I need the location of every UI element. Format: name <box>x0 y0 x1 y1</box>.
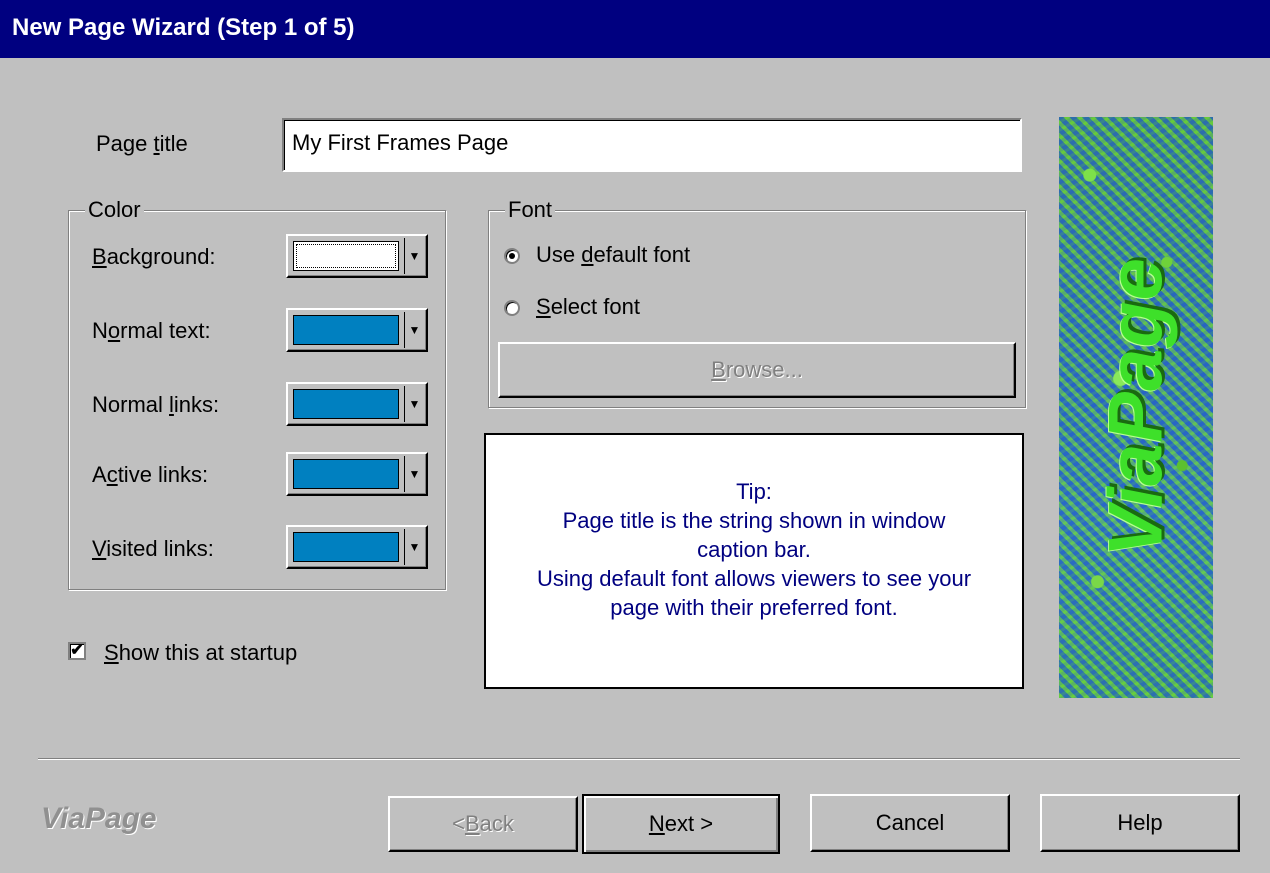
help-button[interactable]: Help <box>1040 794 1240 852</box>
background-label: Background: <box>92 244 216 269</box>
window-title: New Page Wizard (Step 1 of 5) <box>12 14 355 41</box>
normal-text-color-swatch <box>293 315 399 345</box>
use-default-font-radio[interactable] <box>504 248 520 264</box>
show-at-startup-checkbox[interactable]: ✔ <box>68 642 86 660</box>
browse-button[interactable]: Browse... <box>498 342 1016 398</box>
page-title-input[interactable]: My First Frames Page <box>282 118 1022 172</box>
banner-text: ViaPage <box>1093 257 1179 557</box>
checkmark-icon: ✔ <box>70 642 84 659</box>
font-group-title: Font <box>505 197 556 223</box>
use-default-font-label[interactable]: Use default font <box>536 242 690 268</box>
chevron-down-icon[interactable]: ▼ <box>404 456 424 492</box>
normal-links-label: Normal links: <box>92 392 220 417</box>
tip-heading: Tip: <box>736 479 772 504</box>
chevron-down-icon[interactable]: ▼ <box>404 312 424 348</box>
tip-line: page with their preferred font. <box>610 595 898 620</box>
page-title-label: Page title <box>96 131 188 156</box>
back-button[interactable]: < Back <box>388 796 578 852</box>
chevron-down-icon[interactable]: ▼ <box>404 238 424 274</box>
active-links-label: Active links: <box>92 462 209 487</box>
select-font-label[interactable]: Select font <box>536 294 640 320</box>
viapage-logo: ViaPage <box>41 802 157 835</box>
background-color-swatch <box>293 241 399 271</box>
active-links-color-swatch <box>293 459 399 489</box>
visited-links-label: Visited links: <box>92 536 214 561</box>
background-color-picker[interactable]: ▼ <box>286 234 428 278</box>
cancel-button[interactable]: Cancel <box>810 794 1010 852</box>
color-group-title: Color <box>85 197 144 223</box>
visited-links-color-swatch <box>293 532 399 562</box>
viapage-banner-image: ViaPage <box>1059 117 1213 698</box>
tip-line: Page title is the string shown in window <box>562 508 946 533</box>
show-at-startup-label[interactable]: Show this at startup <box>104 640 297 666</box>
active-links-color-picker[interactable]: ▼ <box>286 452 428 496</box>
normal-links-color-swatch <box>293 389 399 419</box>
radio-dot <box>509 253 515 259</box>
separator <box>38 758 1240 760</box>
visited-links-color-picker[interactable]: ▼ <box>286 525 428 569</box>
chevron-down-icon[interactable]: ▼ <box>404 529 424 565</box>
tip-line: caption bar. <box>697 537 811 562</box>
normal-text-label: Normal text: <box>92 318 211 343</box>
tip-box: Tip: Page title is the string shown in w… <box>484 433 1024 689</box>
title-bar: New Page Wizard (Step 1 of 5) <box>0 0 1270 58</box>
next-button[interactable]: Next > <box>582 794 780 854</box>
chevron-down-icon[interactable]: ▼ <box>404 386 424 422</box>
tip-line: Using default font allows viewers to see… <box>536 566 972 591</box>
normal-links-color-picker[interactable]: ▼ <box>286 382 428 426</box>
normal-text-color-picker[interactable]: ▼ <box>286 308 428 352</box>
select-font-radio[interactable] <box>504 300 520 316</box>
